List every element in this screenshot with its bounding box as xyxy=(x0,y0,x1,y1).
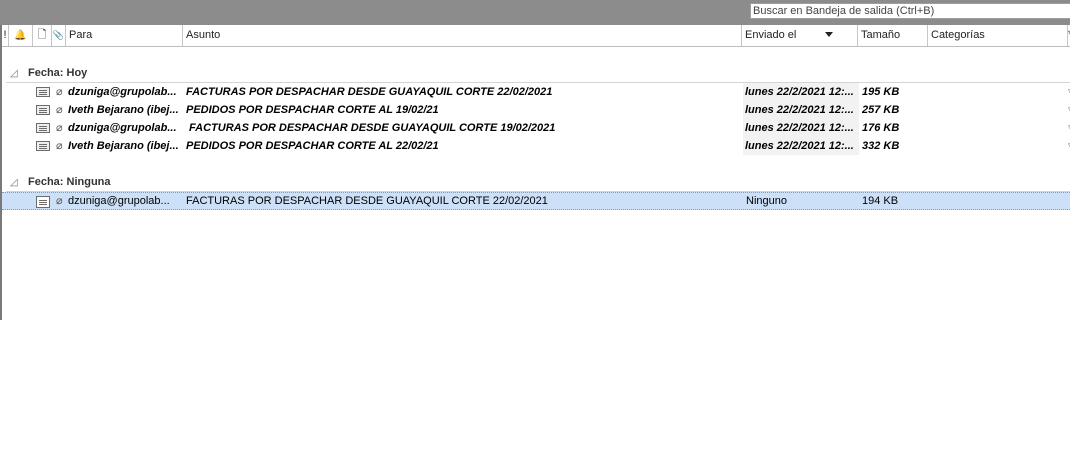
message-size: 194 KB xyxy=(862,195,899,207)
message-sent-date: lunes 22/2/2021 12:... xyxy=(743,83,859,101)
sort-descending-icon[interactable] xyxy=(825,32,833,37)
to-column-label: Para xyxy=(69,29,93,41)
message-list-panel: ! 🔔 🗋 📎 Para Asunto Enviado el Tamaño Ca… xyxy=(0,25,1070,320)
message-size: 257 KB xyxy=(862,101,926,119)
size-column-label: Tamaño xyxy=(861,29,901,41)
group-label: Fecha: Ninguna xyxy=(28,176,111,188)
categories-column-label: Categorías xyxy=(931,29,985,41)
message-sent-date: lunes 22/2/2021 12:... xyxy=(743,137,859,155)
subject-column-header[interactable]: Asunto xyxy=(183,25,742,46)
message-subject: FACTURAS POR DESPACHAR DESDE GUAYAQUIL C… xyxy=(186,195,548,207)
group-label: Fecha: Hoy xyxy=(28,67,88,79)
sent-column-header[interactable]: Enviado el xyxy=(742,25,858,46)
attachment-icon: ⌀ xyxy=(56,86,63,98)
message-to: dzuniga@grupolab... xyxy=(68,195,170,207)
message-to: dzuniga@grupolab... xyxy=(68,122,177,134)
group-header-none[interactable]: ◿ Fecha: Ninguna xyxy=(2,174,111,190)
message-row-selected[interactable]: ⌀ dzuniga@grupolab... FACTURAS POR DESPA… xyxy=(2,192,1070,210)
attachment-icon: ⌀ xyxy=(56,122,63,134)
message-size: 195 KB xyxy=(862,83,926,101)
attachment-icon: ⌀ xyxy=(56,140,63,152)
message-subject: PEDIDOS POR DESPACHAR CORTE AL 19/02/21 xyxy=(186,104,439,116)
paperclip-icon: 📎 xyxy=(52,30,65,40)
message-row[interactable]: ⌀ dzuniga@grupolab... FACTURAS POR DESPA… xyxy=(2,83,1070,101)
envelope-icon xyxy=(36,87,50,97)
subject-column-label: Asunto xyxy=(186,29,221,41)
message-to: Iveth Bejarano (ibej... xyxy=(68,140,179,152)
message-row[interactable]: ⌀ Iveth Bejarano (ibej... PEDIDOS POR DE… xyxy=(2,137,1070,155)
reminder-column-header[interactable]: 🔔 xyxy=(9,25,33,46)
message-subject: PEDIDOS POR DESPACHAR CORTE AL 22/02/21 xyxy=(186,140,439,152)
size-column-header[interactable]: Tamaño xyxy=(858,25,928,46)
search-box[interactable] xyxy=(750,3,1070,19)
message-size: 332 KB xyxy=(862,137,926,155)
sent-column-label: Enviado el xyxy=(745,29,797,41)
message-sent-date: lunes 22/2/2021 12:... xyxy=(743,119,859,137)
importance-icon: ! xyxy=(3,29,7,41)
attachment-column-header[interactable]: 📎 xyxy=(52,25,66,46)
envelope-icon xyxy=(36,123,50,133)
message-to: Iveth Bejarano (ibej... xyxy=(68,104,179,116)
item-type-column-header[interactable]: 🗋 xyxy=(33,25,52,46)
bell-icon: 🔔 xyxy=(14,30,27,41)
message-to: dzuniga@grupolab... xyxy=(68,86,177,98)
message-size: 176 KB xyxy=(862,119,926,137)
importance-column-header[interactable]: ! xyxy=(2,25,9,46)
categories-column-header[interactable]: Categorías xyxy=(928,25,1068,46)
draft-icon xyxy=(36,196,50,208)
message-row[interactable]: ⌀ Iveth Bejarano (ibej... PEDIDOS POR DE… xyxy=(2,101,1070,119)
attachment-icon: ⌀ xyxy=(56,104,63,116)
message-row[interactable]: ⌀ dzuniga@grupolab... FACTURAS POR DESPA… xyxy=(2,119,1070,137)
message-sent-date: lunes 22/2/2021 12:... xyxy=(743,101,859,119)
message-subject: FACTURAS POR DESPACHAR DESDE GUAYAQUIL C… xyxy=(186,122,556,134)
document-icon: 🗋 xyxy=(37,29,47,41)
to-column-header[interactable]: Para xyxy=(66,25,183,46)
group-header-today[interactable]: ◿ Fecha: Hoy xyxy=(2,65,87,81)
message-subject: FACTURAS POR DESPACHAR DESDE GUAYAQUIL C… xyxy=(186,86,553,98)
collapse-icon[interactable]: ◿ xyxy=(2,175,28,191)
top-toolbar xyxy=(0,0,1070,25)
search-input[interactable] xyxy=(751,4,1070,18)
attachment-icon: ⌀ xyxy=(56,195,63,207)
message-sent-date: Ninguno xyxy=(746,195,787,207)
column-header-row: ! 🔔 🗋 📎 Para Asunto Enviado el Tamaño Ca… xyxy=(2,25,1070,47)
collapse-icon[interactable]: ◿ xyxy=(2,66,28,82)
envelope-icon xyxy=(36,141,50,151)
envelope-icon xyxy=(36,105,50,115)
